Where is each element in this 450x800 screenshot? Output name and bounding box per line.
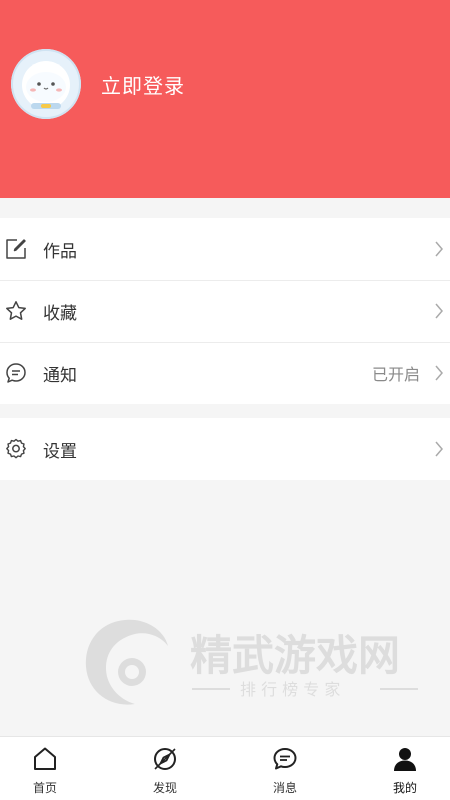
menu-item-works[interactable]: 作品 [0,218,450,280]
edit-icon [6,239,26,259]
star-icon [6,301,26,320]
tab-mine[interactable]: 我的 [360,737,450,800]
bottom-tab-bar: 首页 发现 消息 我的 [0,736,450,800]
watermark-subtitle: 排 行 榜 专 家 [240,680,340,699]
avatar-cat-icon [11,49,81,119]
menu-item-settings[interactable]: 设置 [0,418,450,480]
home-icon [34,747,56,770]
menu-item-favorites[interactable]: 收藏 [0,280,450,342]
menu-item-label: 作品 [43,241,77,262]
chevron-right-icon [435,241,443,257]
menu-item-label: 设置 [43,441,77,462]
chevron-right-icon [435,441,443,457]
watermark-logo: 精武游戏网 排 行 榜 专 家 [85,619,418,705]
compass-icon [154,748,176,770]
message-icon [6,363,26,383]
menu-item-notifications[interactable]: 通知 已开启 [0,342,450,404]
chat-icon [273,748,297,770]
avatar[interactable] [11,49,81,119]
menu-item-label: 收藏 [43,303,77,324]
chevron-right-icon [435,303,443,319]
tab-discover[interactable]: 发现 [120,737,210,800]
tab-label: 消息 [272,781,297,795]
tab-label: 发现 [152,781,177,795]
settings-list: 设置 [0,418,450,480]
menu-list: 作品 收藏 通知 已开启 [0,218,450,404]
watermark-title: 精武游戏网 [190,631,400,680]
tab-messages[interactable]: 消息 [240,737,330,800]
login-link[interactable]: 立即登录 [101,70,185,99]
profile-header: 立即登录 [0,0,450,198]
gear-icon [6,438,26,459]
tab-label: 我的 [392,781,417,795]
chevron-right-icon [435,365,443,381]
tab-home[interactable]: 首页 [0,737,90,800]
menu-item-label: 通知 [43,365,77,386]
notification-status: 已开启 [371,365,420,384]
user-icon [394,748,416,771]
tab-label: 首页 [32,781,57,795]
